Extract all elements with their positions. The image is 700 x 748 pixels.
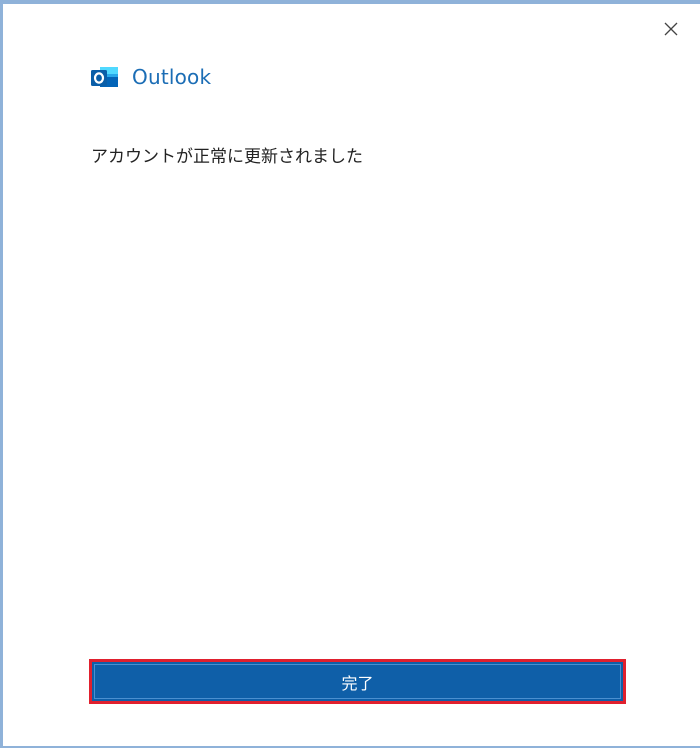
- app-title: Outlook: [132, 65, 212, 89]
- done-button-label: 完了: [341, 673, 374, 693]
- outlook-logo-icon: [90, 64, 120, 90]
- dialog-window: Outlook アカウントが正常に更新されました 完了: [0, 0, 700, 748]
- done-button[interactable]: 完了: [89, 659, 626, 704]
- status-message: アカウントが正常に更新されました: [91, 147, 363, 167]
- close-button[interactable]: [660, 18, 682, 40]
- close-icon: [664, 22, 678, 36]
- dialog-header: Outlook: [90, 64, 211, 90]
